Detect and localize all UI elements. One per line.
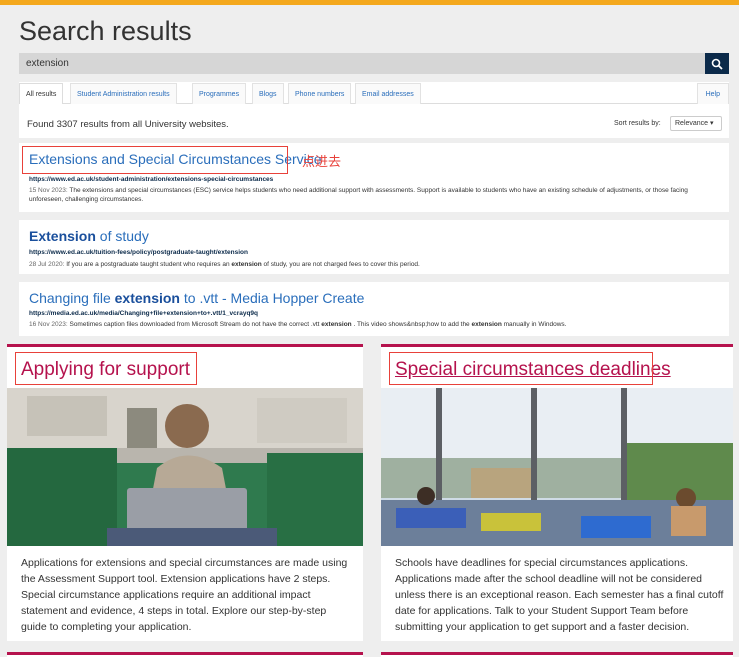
result-snippet: 15 Nov 2023: The extensions and special … bbox=[29, 186, 719, 204]
annotation-highlight-box bbox=[22, 146, 288, 174]
result-snippet-text: Sometimes caption files downloaded from … bbox=[67, 321, 322, 328]
tab-phone-numbers[interactable]: Phone numbers bbox=[288, 83, 352, 104]
card-description: Applications for extensions and special … bbox=[21, 555, 347, 635]
result-date: 16 Nov 2023: bbox=[29, 321, 68, 328]
result-title-text: to .vtt - Media Hopper Create bbox=[179, 290, 365, 306]
result-title-link[interactable]: Extension of study bbox=[29, 228, 149, 244]
tab-student-administration[interactable]: Student Administration results bbox=[70, 83, 177, 104]
card-text-line: Schools have deadlines for special circu… bbox=[395, 557, 688, 569]
tab-all-results[interactable]: All results bbox=[19, 83, 64, 104]
search-input[interactable] bbox=[19, 53, 705, 74]
tab-programmes[interactable]: Programmes bbox=[192, 83, 247, 104]
result-url[interactable]: https://www.ed.ac.uk/student-administrat… bbox=[29, 176, 273, 183]
search-icon bbox=[711, 58, 723, 70]
top-accent-bar bbox=[0, 0, 739, 5]
result-title-text: Changing file bbox=[29, 290, 115, 306]
sort-label: Sort results by: bbox=[614, 120, 661, 127]
result-snippet: 28 Jul 2020: If you are a postgraduate t… bbox=[29, 260, 719, 269]
result-snippet-text: The extensions and special circumstances… bbox=[29, 187, 688, 203]
results-count: Found 3307 results from all University w… bbox=[27, 119, 229, 130]
result-date: 15 Nov 2023: bbox=[29, 187, 68, 194]
search-result: Changing file extension to .vtt - Media … bbox=[19, 282, 729, 336]
next-card-edge bbox=[7, 652, 363, 657]
annotation-highlight-box bbox=[389, 352, 653, 385]
page-title: Search results bbox=[19, 16, 192, 46]
search-button[interactable] bbox=[705, 53, 729, 74]
result-url[interactable]: https://media.ed.ac.uk/media/Changing+fi… bbox=[29, 310, 258, 317]
search-bar bbox=[19, 53, 729, 74]
help-tab[interactable]: Help bbox=[696, 83, 729, 104]
card-text-line: Applications for extensions and special … bbox=[21, 557, 348, 569]
result-tabs: All results Student Administration resul… bbox=[19, 82, 729, 104]
card-text-line: the Assessment Support tool. Extension a… bbox=[21, 573, 331, 585]
card-text-line: Applications made after the school deadl… bbox=[395, 573, 703, 585]
results-panel: All results Student Administration resul… bbox=[19, 82, 729, 138]
result-date: 28 Jul 2020: bbox=[29, 261, 65, 268]
next-card-edge bbox=[381, 652, 733, 657]
tab-blogs[interactable]: Blogs bbox=[252, 83, 284, 104]
result-snippet-text: If you are a postgraduate taught student… bbox=[64, 261, 232, 268]
card-image-student-laptop bbox=[7, 388, 363, 546]
result-title-match: extension bbox=[114, 290, 180, 306]
sort-select[interactable]: Relevance ▾ bbox=[670, 116, 722, 131]
card-special-circumstances-deadlines: Special circumstances deadlines Schools … bbox=[381, 344, 733, 641]
result-title-text: of study bbox=[95, 228, 149, 244]
card-image-study-space bbox=[381, 388, 733, 546]
card-text-line: guide to completing your application. bbox=[21, 621, 192, 633]
result-snippet-text: of study, you are not charged fees to co… bbox=[261, 261, 420, 268]
result-snippet: 16 Nov 2023: Sometimes caption files dow… bbox=[29, 320, 719, 329]
result-snippet-match: extension bbox=[471, 321, 502, 328]
card-text-line: submitting your application to get suppo… bbox=[395, 621, 690, 633]
result-snippet-match: extension bbox=[321, 321, 352, 328]
card-text-line: Special circumstance applications requir… bbox=[21, 589, 311, 601]
result-snippet-text: manually in Windows. bbox=[501, 321, 567, 328]
card-text-line: statement and evidence, 4 steps in total… bbox=[21, 605, 327, 617]
annotation-highlight-box bbox=[15, 352, 197, 385]
card-text-line: date for applications. Talk to your Stud… bbox=[395, 605, 689, 617]
result-title-match: Extension bbox=[29, 228, 96, 244]
card-description: Schools have deadlines for special circu… bbox=[395, 555, 723, 635]
card-applying-for-support: Applying for support Applications for ex… bbox=[7, 344, 363, 641]
result-title-link[interactable]: Changing file extension to .vtt - Media … bbox=[29, 290, 364, 306]
result-snippet-match: extension bbox=[231, 261, 262, 268]
annotation-text: 点进去 bbox=[302, 154, 342, 169]
result-snippet-text: . This video shows&nbsp;how to add the bbox=[351, 321, 472, 328]
result-url[interactable]: https://www.ed.ac.uk/tuition-fees/policy… bbox=[29, 249, 248, 256]
card-text-line: unless there is an exceptional reason. E… bbox=[395, 589, 724, 601]
search-result: Extension of study https://www.ed.ac.uk/… bbox=[19, 220, 729, 274]
tab-email-addresses[interactable]: Email addresses bbox=[355, 83, 421, 104]
